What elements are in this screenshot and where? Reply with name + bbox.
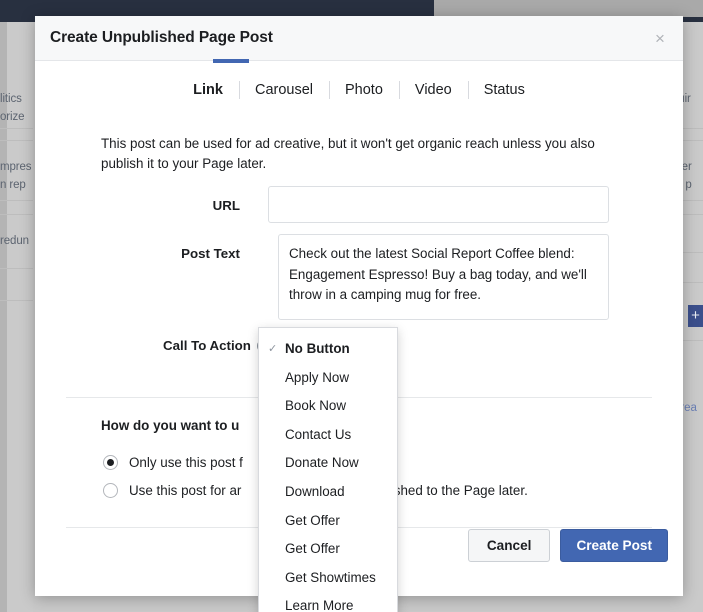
radio-option-trailing-text: blished to the Page later.: [380, 483, 528, 498]
usage-section-title: How do you want to u: [101, 418, 240, 433]
dropdown-item-label: Download: [285, 483, 345, 499]
dropdown-item-label: Apply Now: [285, 369, 350, 385]
active-tab-indicator: [213, 59, 249, 63]
dropdown-item-learn-more[interactable]: Learn More: [259, 592, 397, 612]
call-to-action-dropdown-menu[interactable]: ✓ No Button Apply Now Book Now Contact U…: [258, 327, 398, 612]
call-to-action-label: Call To Action i: [163, 338, 271, 353]
cancel-button[interactable]: Cancel: [467, 529, 551, 562]
radio-option-label: Use this post for ar: [129, 483, 242, 498]
app-top-bar-right-panel: [434, 0, 703, 17]
background-divider: [0, 140, 33, 141]
dropdown-item-apply-now[interactable]: Apply Now: [259, 364, 397, 393]
background-divider: [0, 200, 33, 201]
dropdown-item-label: Learn More: [285, 598, 354, 612]
tab-carousel[interactable]: Carousel: [238, 79, 329, 101]
dropdown-item-book-now[interactable]: Book Now: [259, 392, 397, 421]
close-icon[interactable]: ×: [647, 26, 673, 52]
create-post-button[interactable]: Create Post: [560, 529, 668, 562]
background-divider: [0, 268, 33, 269]
dropdown-item-label: Get Offer: [285, 541, 340, 557]
post-text-label: Post Text: [181, 246, 240, 261]
dropdown-item-no-button[interactable]: ✓ No Button: [259, 335, 397, 364]
radio-icon[interactable]: [103, 455, 118, 470]
dialog-header: Create Unpublished Page Post ×: [35, 16, 683, 61]
tab-video[interactable]: Video: [398, 79, 468, 101]
dropdown-item-label: No Button: [285, 341, 350, 356]
dropdown-item-label: Get Showtimes: [285, 569, 376, 585]
tab-photo[interactable]: Photo: [329, 79, 399, 101]
background-divider: [0, 300, 33, 301]
background-text-fragment: n rep: [0, 179, 26, 191]
url-input[interactable]: [268, 186, 609, 223]
url-label: URL: [212, 198, 240, 213]
screen: litics orize mpres n rep redun quir ver …: [0, 0, 703, 612]
tab-status[interactable]: Status: [467, 79, 541, 101]
dropdown-item-contact-us[interactable]: Contact Us: [259, 421, 397, 450]
background-divider: [0, 128, 33, 129]
radio-icon[interactable]: [103, 483, 118, 498]
dialog-description: This post can be used for ad creative, b…: [101, 136, 595, 171]
background-text-fragment: redun: [0, 235, 29, 247]
dropdown-item-donate-now[interactable]: Donate Now: [259, 449, 397, 478]
check-icon: ✓: [268, 343, 278, 355]
tab-bar: Link Carousel Photo Video Status: [35, 61, 683, 107]
post-text-input[interactable]: [278, 234, 609, 320]
dropdown-item-get-offer-1[interactable]: Get Offer: [259, 507, 397, 536]
dropdown-item-get-offer-2[interactable]: Get Offer: [259, 535, 397, 564]
dropdown-item-label: Book Now: [285, 398, 347, 414]
dropdown-item-label: Donate Now: [285, 455, 359, 471]
dropdown-item-download[interactable]: Download: [259, 478, 397, 507]
tab-link[interactable]: Link: [177, 79, 239, 101]
radio-option-label: Only use this post f: [129, 455, 243, 470]
page-title: Create Unpublished Page Post: [50, 29, 273, 46]
radio-option-only-use[interactable]: Only use this post f: [103, 455, 243, 470]
dropdown-item-label: Contact Us: [285, 426, 352, 442]
background-text-fragment: mpres: [0, 161, 32, 173]
background-text-fragment: orize: [0, 111, 25, 123]
background-divider: [0, 214, 33, 215]
dropdown-item-get-showtimes[interactable]: Get Showtimes: [259, 564, 397, 593]
dialog-footer: Cancel Create Post: [467, 529, 668, 562]
background-text-fragment: litics: [0, 93, 22, 105]
call-to-action-label-text: Call To Action: [163, 338, 251, 353]
dropdown-item-label: Get Offer: [285, 512, 340, 528]
add-button[interactable]: +: [688, 305, 703, 327]
